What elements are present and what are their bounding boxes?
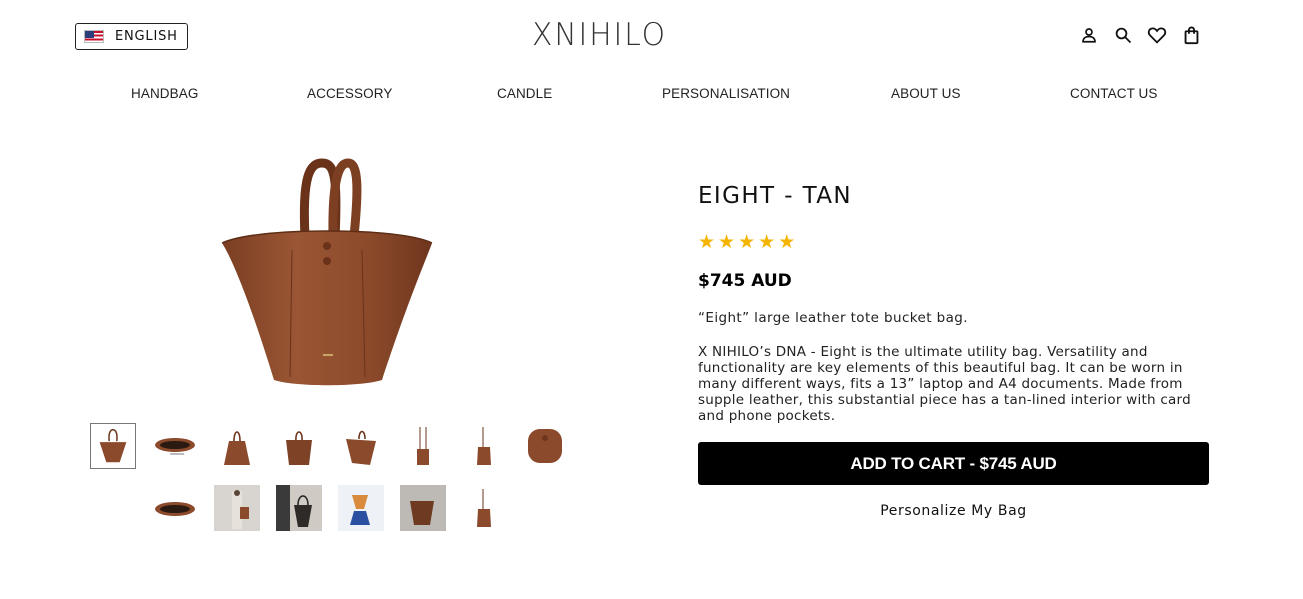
personalize-link[interactable]: Personalize My Bag [698, 503, 1209, 519]
thumbnail-12[interactable] [338, 485, 384, 531]
thumbnail-14[interactable] [461, 485, 507, 531]
main-nav: HANDBAG ACCESSORY CANDLE PERSONALISATION… [0, 86, 1303, 104]
site-logo[interactable]: XNIHILO [24, 17, 1175, 53]
logo-text: XNIHILO [532, 17, 667, 53]
product-description: X NIHILO’s DNA - Eight is the ultimate u… [698, 344, 1191, 424]
thumbnail-4[interactable] [276, 423, 322, 469]
thumbnail-13[interactable] [400, 485, 446, 531]
rating-stars: ★ ★ ★ ★ ★ [698, 233, 795, 252]
thumbnail-9[interactable] [152, 485, 198, 531]
nav-item-contact-us[interactable]: CONTACT US [1070, 86, 1158, 101]
product-title: EIGHT - TAN [698, 183, 853, 209]
star-icon: ★ [738, 231, 756, 253]
nav-item-about-us[interactable]: ABOUT US [891, 86, 961, 101]
thumbnail-2[interactable] [152, 423, 198, 469]
thumbnail-1[interactable] [90, 423, 136, 469]
nav-item-accessory[interactable]: ACCESSORY [307, 86, 392, 101]
heart-icon[interactable] [1147, 24, 1167, 46]
product-price: $745 AUD [698, 271, 792, 291]
nav-item-handbag[interactable]: HANDBAG [131, 86, 198, 101]
add-to-cart-button[interactable]: ADD TO CART - $745 AUD [698, 442, 1209, 485]
thumbnail-7[interactable] [461, 423, 507, 469]
star-icon: ★ [778, 231, 796, 253]
thumbnail-6[interactable] [400, 423, 446, 469]
nav-item-personalisation[interactable]: PERSONALISATION [662, 86, 790, 101]
star-icon: ★ [758, 231, 776, 253]
search-icon[interactable] [1113, 24, 1133, 46]
user-icon[interactable] [1079, 24, 1099, 46]
thumbnail-11[interactable] [276, 485, 322, 531]
star-icon: ★ [718, 231, 736, 253]
star-icon: ★ [698, 231, 716, 253]
thumbnail-8[interactable] [522, 423, 568, 469]
bag-icon[interactable] [1181, 24, 1201, 46]
thumbnail-5[interactable] [338, 423, 384, 469]
nav-item-candle[interactable]: CANDLE [497, 86, 552, 101]
product-main-image[interactable] [210, 155, 445, 395]
product-short-description: “Eight” large leather tote bucket bag. [698, 310, 968, 326]
thumbnail-3[interactable] [214, 423, 260, 469]
thumbnail-10[interactable] [214, 485, 260, 531]
